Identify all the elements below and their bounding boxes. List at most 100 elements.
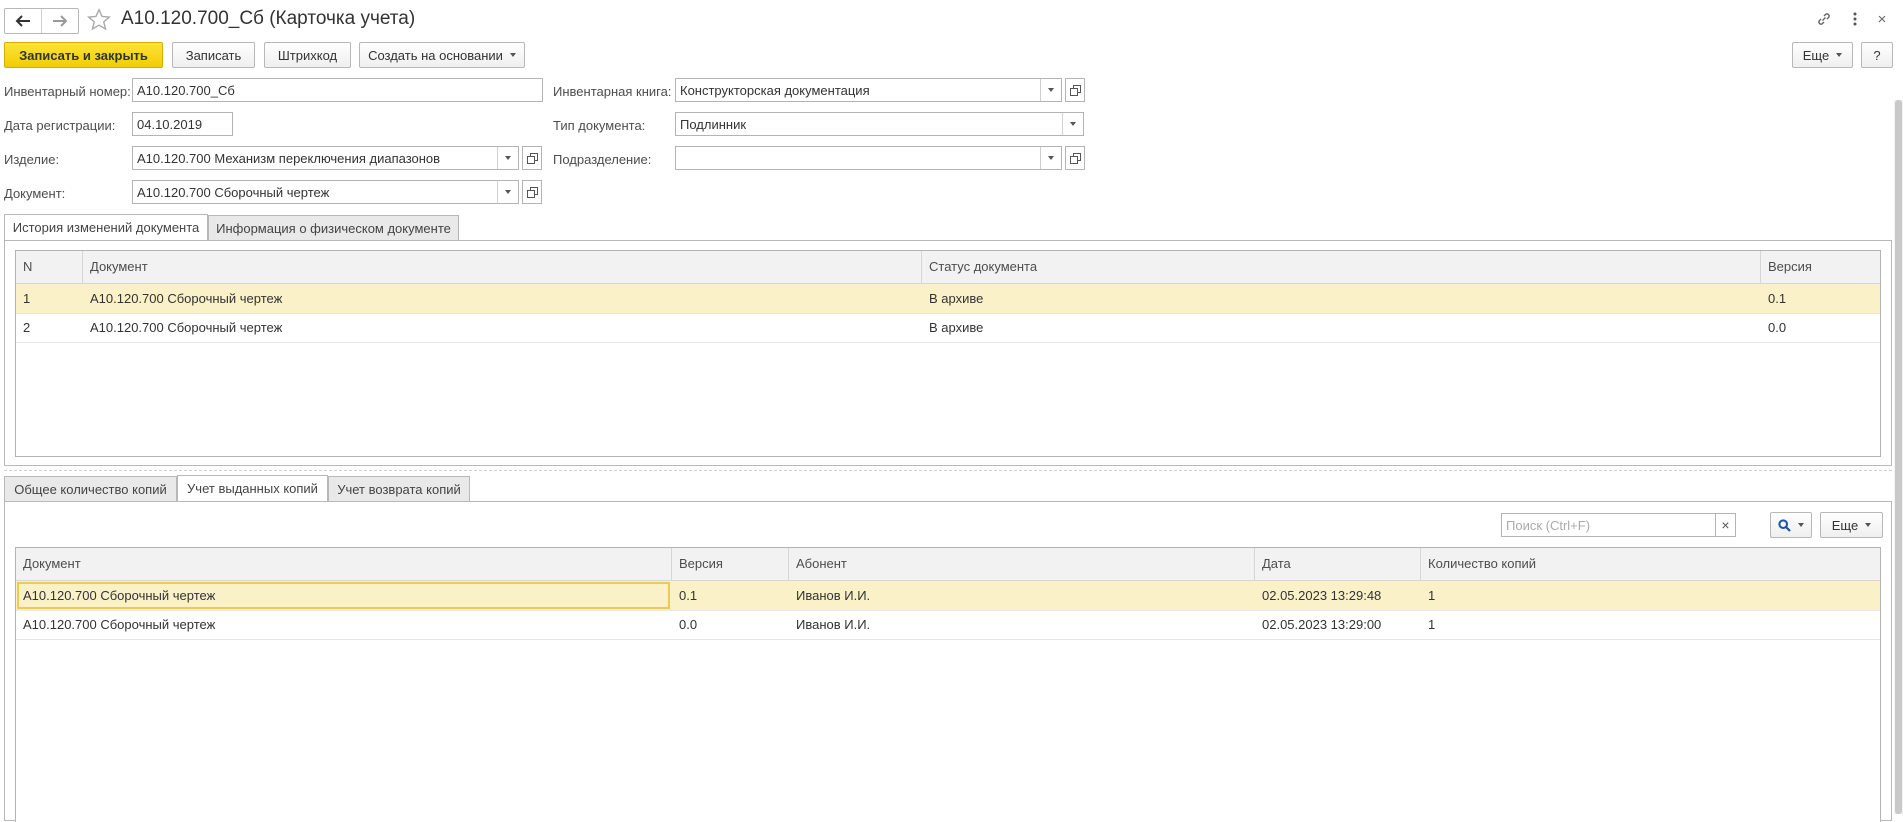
search-input[interactable]: Поиск (Ctrl+F) (1501, 513, 1716, 537)
history-table-header: N Документ Статус документа Версия (16, 251, 1880, 284)
chevron-down-icon (1836, 53, 1843, 57)
product-dropdown-button[interactable] (497, 147, 518, 169)
reg-date-field[interactable]: 04.10.2019 (132, 112, 233, 136)
cell-document: А10.120.700 Сборочный чертеж (90, 291, 283, 306)
inv-book-open-button[interactable] (1065, 78, 1085, 102)
document-dropdown-button[interactable] (497, 181, 518, 203)
tab-change-history[interactable]: История изменений документа (4, 214, 208, 240)
cell-status: В архиве (929, 291, 984, 306)
column-header-version[interactable]: Версия (672, 548, 789, 580)
column-header-date[interactable]: Дата (1255, 548, 1421, 580)
help-button[interactable]: ? (1861, 42, 1893, 68)
department-label: Подразделение: (553, 152, 652, 167)
arrow-right-icon (53, 15, 68, 27)
cell-date: 02.05.2023 13:29:48 (1262, 588, 1382, 603)
search-icon (1778, 518, 1791, 532)
create-based-on-button[interactable]: Создать на основании (359, 42, 525, 68)
doc-type-label: Тип документа: (553, 118, 646, 133)
history-panel: N Документ Статус документа Версия 1 А10… (4, 240, 1892, 466)
column-header-version[interactable]: Версия (1761, 251, 1880, 283)
search-button[interactable] (1770, 512, 1812, 538)
doc-type-value: Подлинник (680, 116, 747, 132)
barcode-button[interactable]: Штрихкод (264, 42, 351, 68)
cell-subscriber: Иванов И.И. (796, 617, 871, 632)
copies-more-label: Еще (1831, 517, 1859, 533)
open-window-icon (526, 152, 538, 164)
product-open-button[interactable] (522, 146, 542, 170)
search-clear-button[interactable]: × (1715, 513, 1736, 537)
chevron-down-icon (1048, 88, 1054, 92)
navigation-group (4, 8, 79, 34)
cell-document: А10.120.700 Сборочный чертеж (90, 320, 283, 335)
doc-type-field[interactable]: Подлинник (675, 112, 1084, 136)
column-header-status[interactable]: Статус документа (922, 251, 1761, 283)
column-header-document[interactable]: Документ (83, 251, 922, 283)
scrollbar-thumb[interactable] (1895, 100, 1902, 814)
chevron-down-icon (1865, 523, 1872, 527)
more-button[interactable]: Еще (1792, 42, 1853, 68)
chevron-down-icon (1798, 523, 1804, 527)
chevron-down-icon (505, 190, 511, 194)
cell-copy-count: 1 (1428, 588, 1436, 603)
save-and-close-button[interactable]: Записать и закрыть (4, 42, 163, 68)
inv-number-field[interactable]: А10.120.700_Сб (132, 78, 543, 102)
favorite-star-icon[interactable] (86, 7, 112, 33)
more-vertical-icon[interactable] (1847, 11, 1863, 27)
history-table[interactable]: N Документ Статус документа Версия 1 А10… (15, 250, 1881, 457)
table-row[interactable]: А10.120.700 Сборочный чертеж 0.1 Иванов … (16, 581, 1880, 611)
cell-status: В архиве (929, 320, 984, 335)
table-row[interactable]: 2 А10.120.700 Сборочный чертеж В архиве … (16, 313, 1880, 343)
arrow-left-icon (15, 15, 30, 27)
forward-button[interactable] (41, 9, 78, 33)
table-row[interactable]: А10.120.700 Сборочный чертеж 0.0 Иванов … (16, 610, 1880, 640)
reg-date-label: Дата регистрации: (4, 118, 116, 133)
more-label: Еще (1802, 47, 1830, 63)
cell-version: 0.0 (679, 617, 698, 632)
doc-type-dropdown-button[interactable] (1062, 113, 1083, 135)
column-header-subscriber[interactable]: Абонент (789, 548, 1255, 580)
tab-physical-document[interactable]: Информация о физическом документе (208, 215, 459, 240)
copies-table-header: Документ Версия Абонент Дата Количество … (16, 548, 1880, 581)
copies-more-button[interactable]: Еще (1820, 512, 1883, 538)
column-header-copy-count[interactable]: Количество копий (1421, 548, 1880, 580)
department-field[interactable] (675, 146, 1062, 170)
cell-document: А10.120.700 Сборочный чертеж (23, 588, 216, 603)
inv-book-field[interactable]: Конструкторская документация (675, 78, 1062, 102)
chevron-down-icon (505, 156, 511, 160)
department-open-button[interactable] (1065, 146, 1085, 170)
tab-total-copies[interactable]: Общее количество копий (4, 476, 177, 501)
inv-book-label: Инвентарная книга: (553, 84, 672, 99)
back-button[interactable] (5, 9, 41, 33)
cell-n: 1 (23, 291, 31, 306)
column-header-n[interactable]: N (16, 251, 83, 283)
table-row[interactable]: 1 А10.120.700 Сборочный чертеж В архиве … (16, 284, 1880, 314)
copies-panel: Поиск (Ctrl+F) × Еще Документ Версия Або… (4, 501, 1892, 822)
save-button[interactable]: Записать (172, 42, 255, 68)
close-icon[interactable]: × (1874, 11, 1890, 28)
chevron-down-icon (1048, 156, 1054, 160)
column-header-document[interactable]: Документ (16, 548, 672, 580)
cell-subscriber: Иванов И.И. (796, 588, 871, 603)
department-dropdown-button[interactable] (1040, 147, 1061, 169)
tab-issued-copies[interactable]: Учет выданных копий (177, 475, 328, 501)
inv-book-dropdown-button[interactable] (1040, 79, 1061, 101)
cell-copy-count: 1 (1428, 617, 1436, 632)
close-icon: × (1721, 517, 1730, 533)
cell-n: 2 (23, 320, 31, 335)
tab-returned-copies[interactable]: Учет возврата копий (328, 476, 470, 501)
open-window-icon (1069, 152, 1081, 164)
panel-splitter[interactable] (4, 470, 1892, 471)
document-open-button[interactable] (522, 180, 542, 204)
product-label: Изделие: (4, 152, 60, 167)
cell-document: А10.120.700 Сборочный чертеж (23, 617, 216, 632)
product-field[interactable]: А10.120.700 Механизм переключения диапаз… (132, 146, 519, 170)
copies-table[interactable]: Документ Версия Абонент Дата Количество … (15, 547, 1881, 822)
inv-number-label: Инвентарный номер: (4, 84, 131, 99)
product-value: А10.120.700 Механизм переключения диапаз… (137, 150, 441, 166)
open-window-icon (1069, 84, 1081, 96)
cell-date: 02.05.2023 13:29:00 (1262, 617, 1382, 632)
document-field[interactable]: А10.120.700 Сборочный чертеж (132, 180, 519, 204)
cell-version: 0.1 (1768, 291, 1787, 306)
link-icon[interactable] (1816, 11, 1832, 27)
window-scrollbar[interactable] (1894, 100, 1903, 814)
